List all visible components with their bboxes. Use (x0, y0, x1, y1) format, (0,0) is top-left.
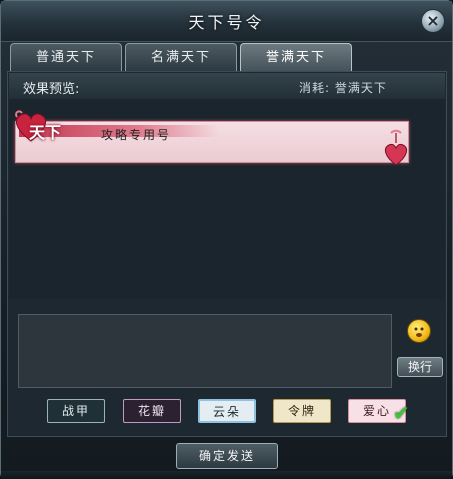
style-token-button[interactable]: 令牌 (273, 399, 331, 423)
confirm-send-button[interactable]: 确定发送 (176, 443, 278, 469)
checkmark-icon: ✔ (393, 401, 410, 425)
smiley-face-icon[interactable] (407, 319, 431, 343)
dialog-window: 天下号令 × 普通天下 名满天下 誉满天下 效果预览: 消耗: 誉满天下 天下 … (0, 0, 453, 479)
preview-label: 效果预览: (23, 82, 80, 97)
newline-button[interactable]: 换行 (397, 357, 443, 377)
close-icon[interactable]: × (421, 9, 445, 33)
style-cloud-button[interactable]: 云朵 (198, 399, 256, 423)
tab-normal[interactable]: 普通天下 (10, 43, 122, 71)
cost-label: 消耗: 誉满天下 (299, 81, 387, 95)
preview-header: 效果预览: 消耗: 誉满天下 (9, 73, 445, 99)
tab-famous[interactable]: 名满天下 (125, 43, 237, 71)
window-bottom-edge (1, 471, 452, 479)
tab-renowned[interactable]: 誉满天下 (240, 43, 352, 71)
message-input[interactable] (18, 314, 392, 388)
window-title: 天下号令 (188, 13, 265, 32)
style-battle-armor-button[interactable]: 战甲 (47, 399, 105, 423)
title-bar: 天下号令 × (1, 1, 452, 42)
banner-logo: 天下 (29, 123, 62, 142)
heart-right-icon (384, 129, 408, 166)
banner-text: 攻略专用号 (101, 128, 172, 142)
style-petal-button[interactable]: 花瓣 (123, 399, 181, 423)
